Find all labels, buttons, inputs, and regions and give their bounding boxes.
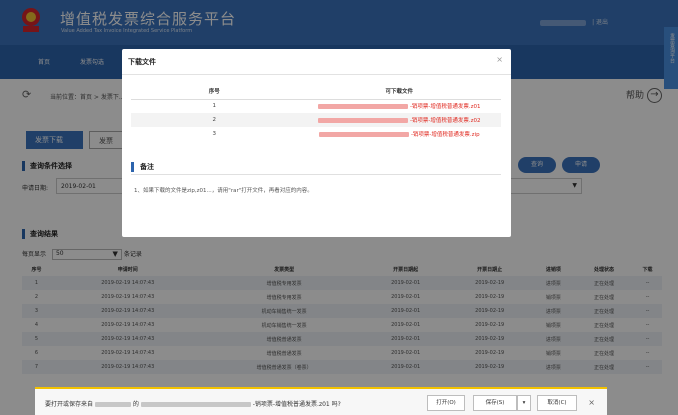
download-notification-bar: 要打开或保存来自 的 -销项票-增值税普通发票.z01 吗? 打开(O) 保存(…: [35, 387, 607, 415]
file-cell: -销项票-增值税普通发票.z02: [297, 113, 501, 127]
file-download-link[interactable]: -销项票-增值税普通发票.zip: [411, 132, 480, 138]
redacted-host: [94, 402, 131, 407]
redacted-filename-prefix: [140, 402, 251, 407]
file-cell: -销项票-增值税普通发票.zip: [298, 127, 502, 141]
close-icon[interactable]: ×: [588, 398, 595, 407]
download-message: 要打开或保存来自 的 -销项票-增值税普通发票.z01 吗?: [45, 401, 341, 408]
save-options-chevron-icon[interactable]: ▾: [517, 395, 531, 411]
column-header-index: 序号: [131, 83, 298, 100]
close-icon[interactable]: ×: [496, 55, 503, 64]
file-row: 1 -销项票-增值税普通发票.z01: [131, 99, 501, 113]
redacted-filename-prefix: [317, 118, 408, 123]
divider: [122, 74, 511, 75]
file-index: 3: [212, 131, 217, 137]
note-text: 1、如果下载的文件是zip,z01...，请用"rar"打开文件，再看对应的内容…: [134, 188, 313, 194]
note-title: 备注: [131, 162, 154, 172]
cancel-button[interactable]: 取消(C): [537, 395, 577, 411]
redacted-filename-prefix: [318, 132, 409, 137]
open-button[interactable]: 打开(O): [427, 395, 465, 411]
file-index: 1: [212, 103, 217, 110]
download-file-modal: 下载文件 × 序号 可下载文件 1 -销项票-增值税普通发票.z01 2 -销项票-增…: [122, 49, 511, 237]
file-download-link[interactable]: -销项票-增值税普通发票.z02: [410, 118, 481, 124]
file-row: 2 -销项票-增值税普通发票.z02: [131, 113, 501, 127]
divider: [131, 174, 501, 175]
file-table: 序号 可下载文件 1 -销项票-增值税普通发票.z01 2 -销项票-增值税普通发票.…: [131, 83, 501, 141]
file-download-link[interactable]: -销项票-增值税普通发票.z01: [410, 104, 481, 110]
file-index: 2: [131, 113, 298, 127]
column-header-file: 可下载文件: [297, 83, 501, 100]
redacted-filename-prefix: [317, 104, 408, 110]
file-cell: -销项票-增值税普通发票.z01: [298, 99, 502, 113]
save-button[interactable]: 保存(S): [473, 395, 517, 411]
file-row: 3 -销项票-增值税普通发票.zip: [131, 127, 501, 141]
modal-title: 下载文件: [128, 58, 156, 66]
